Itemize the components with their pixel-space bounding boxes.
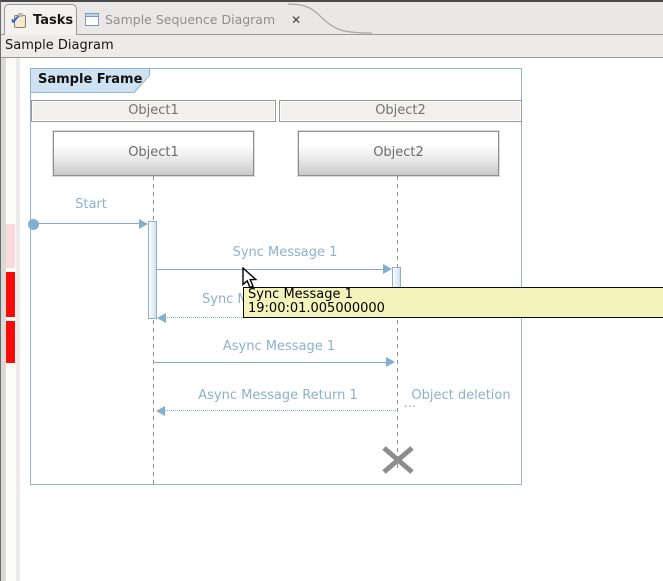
frame-title-tag: Sample Frame xyxy=(30,68,150,93)
marker-red-1[interactable] xyxy=(6,272,15,317)
tooltip-timestamp: 19:00:01.005000000 xyxy=(248,302,662,316)
tab-tasks[interactable]: ✔ Tasks xyxy=(4,4,77,36)
object-box-object1[interactable]: Object1 xyxy=(53,131,254,176)
marker-lane xyxy=(6,58,16,581)
start-message-origin xyxy=(28,219,39,230)
execution-bar-object1[interactable] xyxy=(148,221,157,319)
lifeline-object2[interactable] xyxy=(397,176,398,470)
sync-message-1-label[interactable]: Sync Message 1 xyxy=(185,245,385,260)
tab-tasks-label: Tasks xyxy=(33,13,73,28)
sync-message-1-arrowhead xyxy=(383,264,392,274)
tasks-icon: ✔ xyxy=(12,13,28,29)
eclipse-window: ✔ Tasks Sample Sequence Diagram ✕ Sample… xyxy=(0,0,663,581)
start-message-line[interactable] xyxy=(33,223,143,224)
lifeline-header-object2[interactable]: Object2 xyxy=(279,100,522,122)
view-header: Sample Diagram xyxy=(1,35,663,58)
tooltip: Sync Message 1 19:00:01.005000000 xyxy=(243,287,663,318)
tasks-icon-check: ✔ xyxy=(10,13,21,28)
object-stop-cross-icon[interactable] xyxy=(381,446,415,474)
async-message-return-1-label[interactable]: Async Message Return 1 xyxy=(178,388,378,403)
lifeline-header-object1[interactable]: Object1 xyxy=(31,100,276,122)
start-message-arrowhead xyxy=(139,219,148,229)
sync-message-return-1-arrowhead xyxy=(157,313,166,323)
sequence-diagram-canvas: Sample Frame Object1 Object2 Object1 Obj… xyxy=(1,58,663,581)
start-message-label[interactable]: Start xyxy=(41,197,141,212)
tab-seq-label: Sample Sequence Diagram xyxy=(105,12,275,27)
async-message-1-label[interactable]: Async Message 1 xyxy=(179,339,379,354)
tab-sample-sequence-diagram[interactable]: Sample Sequence Diagram ✕ xyxy=(80,4,301,35)
marker-pink[interactable] xyxy=(6,224,15,268)
async-message-1-arrowhead xyxy=(386,357,395,367)
object-deletion-label[interactable]: Object deletion xyxy=(405,388,517,403)
object-box-object2[interactable]: Object2 xyxy=(298,131,499,176)
async-message-1-line[interactable] xyxy=(153,362,388,363)
view-title: Sample Diagram xyxy=(5,38,114,53)
sequence-diagram-icon-titlebar xyxy=(86,14,98,17)
object-deletion-ellipsis: ... xyxy=(399,396,421,411)
ruler-inner-edge xyxy=(16,58,20,581)
mouse-cursor-icon xyxy=(241,267,263,291)
sequence-diagram-icon xyxy=(85,13,99,26)
sync-message-1-line[interactable] xyxy=(157,269,385,270)
frame-title: Sample Frame xyxy=(31,69,149,92)
async-message-return-1-line[interactable] xyxy=(161,410,398,411)
editor-tab-bar: ✔ Tasks Sample Sequence Diagram ✕ xyxy=(1,2,663,35)
async-message-return-1-arrowhead xyxy=(156,406,165,416)
tooltip-title: Sync Message 1 xyxy=(248,288,662,302)
tab-edge-curve xyxy=(282,2,372,35)
marker-red-2[interactable] xyxy=(6,321,15,363)
